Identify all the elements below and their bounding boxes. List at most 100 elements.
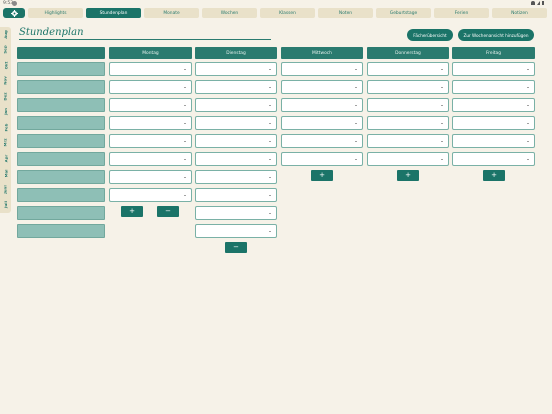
add-lesson-button-mittwoch[interactable]: + (311, 170, 333, 181)
chevron-down-icon (184, 195, 186, 196)
subject-overview-button[interactable]: Fächerübersicht (407, 29, 453, 41)
subject-dropdown-donnerstag[interactable] (367, 80, 449, 94)
subject-dropdown-montag[interactable] (109, 134, 192, 148)
lesson-slot[interactable] (17, 206, 105, 220)
lesson-slot[interactable] (17, 224, 105, 238)
subject-dropdown-donnerstag[interactable] (367, 116, 449, 130)
lesson-slot[interactable] (17, 80, 105, 94)
subject-dropdown-dienstag[interactable] (195, 152, 277, 166)
lesson-slot[interactable] (17, 116, 105, 130)
subject-dropdown-montag[interactable] (109, 116, 192, 130)
month-tab-aug[interactable]: Aug (0, 28, 11, 41)
remove-lesson-button-montag[interactable]: − (157, 206, 179, 217)
chevron-down-icon (269, 87, 271, 88)
tab-ferien[interactable]: Ferien (434, 8, 489, 18)
subject-dropdown-montag[interactable] (109, 98, 192, 112)
month-tab-nov[interactable]: Nov (0, 74, 11, 87)
tab-monate[interactable]: Monate (144, 8, 199, 18)
subject-dropdown-mittwoch[interactable] (281, 62, 363, 76)
month-tab-dez[interactable]: Dez (0, 90, 11, 103)
tab-notizen[interactable]: Notizen (492, 8, 547, 18)
chevron-down-icon (355, 123, 357, 124)
month-label: Aug (2, 30, 8, 39)
subject-dropdown-mittwoch[interactable] (281, 116, 363, 130)
subject-dropdown-freitag[interactable] (452, 62, 535, 76)
day-header-freitag: Freitag (452, 47, 535, 59)
subject-dropdown-dienstag[interactable] (195, 80, 277, 94)
chevron-down-icon (184, 177, 186, 178)
subject-dropdown-dienstag[interactable] (195, 224, 277, 238)
settings-button[interactable] (3, 8, 25, 18)
signal-icon (537, 1, 540, 5)
month-label: Jan (3, 108, 8, 115)
subject-dropdown-freitag[interactable] (452, 116, 535, 130)
month-tab-mai[interactable]: Mai (0, 167, 11, 180)
plus-icon: + (491, 171, 497, 179)
tab-stundenplan[interactable]: Stundenplan (86, 8, 141, 18)
chevron-down-icon (269, 123, 271, 124)
subject-dropdown-mittwoch[interactable] (281, 134, 363, 148)
subject-dropdown-mittwoch[interactable] (281, 80, 363, 94)
subject-dropdown-montag[interactable] (109, 170, 192, 184)
chevron-down-icon (527, 69, 529, 70)
subject-dropdown-montag[interactable] (109, 62, 192, 76)
title-underline (19, 39, 271, 40)
subject-dropdown-montag[interactable] (109, 152, 192, 166)
subject-dropdown-dienstag[interactable] (195, 62, 277, 76)
month-tab-apr[interactable]: Apr (0, 152, 11, 165)
lesson-slot[interactable] (17, 188, 105, 202)
month-tab-feb[interactable]: Feb (0, 121, 11, 134)
subject-dropdown-dienstag[interactable] (195, 206, 277, 220)
chevron-down-icon (184, 123, 186, 124)
lesson-slot[interactable] (17, 98, 105, 112)
month-tab-jan[interactable]: Jan (0, 105, 11, 118)
subject-dropdown-dienstag[interactable] (195, 188, 277, 202)
subject-dropdown-dienstag[interactable] (195, 98, 277, 112)
lesson-slot[interactable] (17, 62, 105, 76)
tab-klassen[interactable]: Klassen (260, 8, 315, 18)
subject-dropdown-montag[interactable] (109, 80, 192, 94)
chevron-down-icon (184, 159, 186, 160)
lesson-slot[interactable] (17, 170, 105, 184)
subject-dropdown-freitag[interactable] (452, 152, 535, 166)
gear-icon (10, 9, 18, 17)
add-lesson-button-montag[interactable]: + (121, 206, 143, 217)
month-label: Okt (2, 61, 8, 70)
subject-dropdown-donnerstag[interactable] (367, 152, 449, 166)
subject-dropdown-mittwoch[interactable] (281, 152, 363, 166)
subject-dropdown-dienstag[interactable] (195, 134, 277, 148)
subject-dropdown-dienstag[interactable] (195, 116, 277, 130)
subject-dropdown-dienstag[interactable] (195, 170, 277, 184)
lesson-slot[interactable] (17, 134, 105, 148)
month-label: Nov (3, 76, 8, 85)
add-to-week-view-button[interactable]: Zur Wochenansicht hinzufügen (458, 29, 534, 41)
lesson-column-header (17, 47, 105, 59)
subject-dropdown-freitag[interactable] (452, 98, 535, 112)
chevron-down-icon (441, 141, 443, 142)
chevron-down-icon (441, 105, 443, 106)
month-tab-juli[interactable]: Juli (0, 198, 11, 211)
chevron-down-icon (355, 105, 357, 106)
tab-highlights[interactable]: Highlights (28, 8, 83, 18)
lesson-slot[interactable] (17, 152, 105, 166)
chevron-down-icon (184, 87, 186, 88)
subject-dropdown-montag[interactable] (109, 188, 192, 202)
month-tab-sep[interactable]: Sep (0, 43, 11, 56)
tab-geburtstage[interactable]: Geburtstage (376, 8, 431, 18)
subject-dropdown-freitag[interactable] (452, 80, 535, 94)
month-tab-juni[interactable]: Juni (0, 183, 11, 196)
tab-noten[interactable]: Noten (318, 8, 373, 18)
add-lesson-button-freitag[interactable]: + (483, 170, 505, 181)
subject-dropdown-freitag[interactable] (452, 134, 535, 148)
subject-dropdown-donnerstag[interactable] (367, 134, 449, 148)
tab-wochen[interactable]: Wochen (202, 8, 257, 18)
month-tab-mrz[interactable]: Mrz (0, 136, 11, 149)
add-lesson-button-donnerstag[interactable]: + (397, 170, 419, 181)
subject-dropdown-donnerstag[interactable] (367, 98, 449, 112)
chevron-down-icon (269, 231, 271, 232)
subject-dropdown-mittwoch[interactable] (281, 98, 363, 112)
month-tab-okt[interactable]: Okt (0, 59, 11, 72)
remove-lesson-button-dienstag[interactable]: − (225, 242, 247, 253)
status-icons (531, 1, 544, 5)
subject-dropdown-donnerstag[interactable] (367, 62, 449, 76)
